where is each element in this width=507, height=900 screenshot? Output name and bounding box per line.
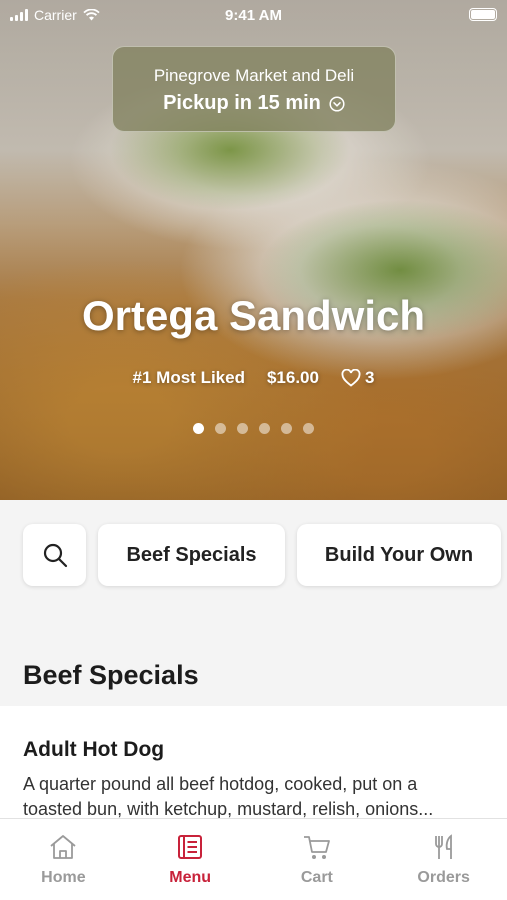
item-description: A quarter pound all beef hotdog, cooked,… — [23, 772, 484, 822]
section-title: Beef Specials — [23, 660, 199, 690]
carousel-dot[interactable] — [237, 423, 248, 434]
category-filters: Beef Specials Build Your Own — [23, 524, 501, 586]
filter-beef-specials[interactable]: Beef Specials — [98, 524, 285, 586]
item-name: Adult Hot Dog — [23, 738, 165, 761]
tab-label: Cart — [300, 869, 333, 886]
tab-label: Menu — [169, 869, 212, 886]
menu-item[interactable]: Adult Hot Dog A quarter pound all beef h… — [0, 706, 507, 826]
tab-menu[interactable]: Menu — [127, 819, 254, 900]
carousel-indicator — [0, 423, 507, 434]
featured-price: $16.00 — [266, 368, 319, 387]
utensils-icon — [434, 834, 452, 859]
store-name: Pinegrove Market and Deli — [153, 66, 355, 85]
like-count: 3 — [364, 368, 375, 387]
tab-orders[interactable]: Orders — [380, 819, 507, 900]
carousel-dot[interactable] — [259, 423, 270, 434]
tab-bar: Home Menu Cart Orders — [0, 818, 507, 900]
search-button[interactable] — [23, 524, 86, 586]
pickup-time: Pickup in 15 min — [163, 92, 321, 114]
menu-icon — [178, 835, 203, 859]
cart-icon — [303, 836, 330, 859]
status-bar: Carrier 9:41 AM — [0, 0, 507, 30]
tab-label: Home — [41, 869, 86, 886]
carousel-dot[interactable] — [303, 423, 314, 434]
like-button[interactable]: 3 — [341, 368, 374, 388]
item-description-line: A quarter pound all beef hotdog, cooked,… — [23, 774, 418, 794]
battery-icon — [469, 8, 497, 21]
featured-tag: #1 Most Liked — [132, 368, 245, 387]
home-icon — [50, 835, 76, 859]
chevron-down-circle-icon — [329, 95, 345, 112]
filter-build-your-own[interactable]: Build Your Own — [297, 524, 501, 586]
pickup-time-row: Pickup in 15 min — [113, 92, 395, 115]
carousel-dot[interactable] — [281, 423, 292, 434]
featured-item-title[interactable]: Ortega Sandwich — [0, 292, 507, 340]
tab-label: Orders — [417, 869, 470, 886]
tab-cart[interactable]: Cart — [254, 819, 381, 900]
status-time: 9:41 AM — [225, 7, 282, 24]
featured-item-meta: #1 Most Liked $16.00 3 — [0, 368, 507, 388]
carousel-dot[interactable] — [193, 423, 204, 434]
heart-icon — [341, 369, 361, 387]
pickup-selector[interactable]: Pinegrove Market and Deli Pickup in 15 m… — [112, 46, 396, 132]
tab-home[interactable]: Home — [0, 819, 127, 900]
search-icon — [43, 543, 67, 568]
carousel-dot[interactable] — [215, 423, 226, 434]
